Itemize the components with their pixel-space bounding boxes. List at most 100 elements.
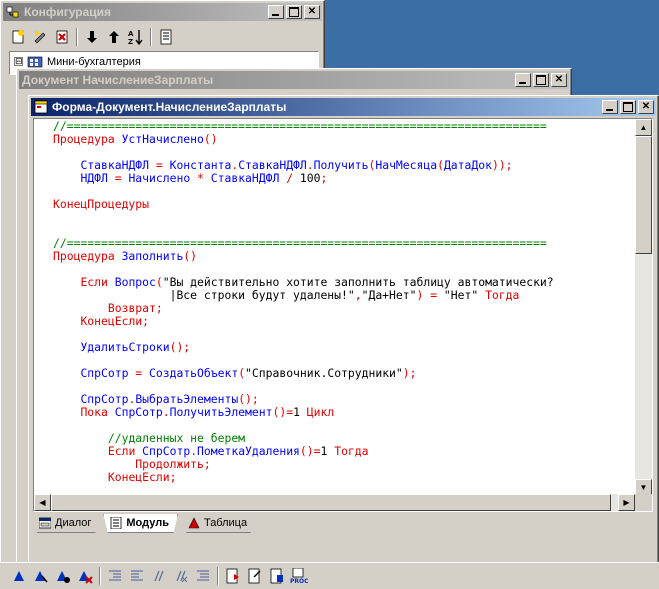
config-titlebar[interactable]: Конфигурация ✕: [3, 3, 322, 21]
description-icon[interactable]: [155, 26, 177, 48]
code-line[interactable]: УдалитьСтроки();: [53, 341, 634, 354]
form-titlebar[interactable]: Форма-Документ.НачислениеЗарплаты ✕: [31, 98, 656, 116]
code-line[interactable]: КонецЕсли;: [53, 471, 634, 484]
code-line[interactable]: //======================================…: [53, 237, 634, 250]
minimize-button[interactable]: [602, 100, 618, 114]
maximize-button[interactable]: [533, 73, 549, 87]
code-line[interactable]: СпрСотр = СоздатьОбъект("Справочник.Сотр…: [53, 367, 634, 380]
close-button[interactable]: ✕: [304, 5, 320, 19]
scroll-thumb-vertical[interactable]: [635, 136, 652, 254]
code-editor[interactable]: //======================================…: [33, 118, 653, 512]
dialog-tab-icon: [38, 517, 52, 529]
tree-root-item[interactable]: ⊟ Мини-бухгалтерия: [14, 55, 141, 68]
code-line[interactable]: КонецЕсли;: [53, 315, 634, 328]
code-line[interactable]: [53, 185, 634, 198]
code-token: ) =: [416, 289, 444, 302]
code-line[interactable]: Если СпрСотр.ПометкаУдаления()=1 Тогда: [53, 445, 634, 458]
code-token: Процедура: [53, 133, 122, 146]
code-line[interactable]: СпрСотр.ВыбратьЭлементы();: [53, 393, 634, 406]
minimize-button[interactable]: [515, 73, 531, 87]
code-line[interactable]: |Все строки будут удалены!","Да+Нет") = …: [53, 289, 634, 302]
module-toolbar: PROC: [0, 562, 659, 589]
code-token: УстНачислено: [121, 133, 204, 146]
code-token: ДатаДок: [443, 159, 492, 172]
code-line[interactable]: [53, 224, 634, 237]
goto-icon[interactable]: [244, 565, 266, 587]
maximize-button[interactable]: [620, 100, 636, 114]
move-down-icon[interactable]: [81, 26, 103, 48]
code-line[interactable]: Процедура Заполнить(): [53, 250, 634, 263]
code-token: =: [107, 172, 129, 185]
code-token: ();: [238, 393, 259, 406]
code-line[interactable]: Если Вопрос("Вы действительно хотите зап…: [53, 276, 634, 289]
code-line[interactable]: Процедура УстНачислено(): [53, 133, 634, 146]
delete-icon[interactable]: [51, 26, 73, 48]
vertical-scrollbar[interactable]: ▲ ▼: [635, 119, 652, 496]
move-up-icon[interactable]: [103, 26, 125, 48]
code-line[interactable]: [53, 211, 634, 224]
code-token: Получить: [313, 159, 369, 172]
scroll-right-icon[interactable]: ▶: [618, 494, 635, 511]
code-text[interactable]: //======================================…: [53, 120, 634, 510]
code-line[interactable]: Продолжить;: [53, 458, 634, 471]
toolbar-separator: [76, 28, 78, 46]
uncomment-icon[interactable]: [170, 565, 192, 587]
tab-dialog-label: Диалог: [55, 517, 92, 529]
comment-icon[interactable]: [148, 565, 170, 587]
format-icon[interactable]: [192, 565, 214, 587]
code-token: Начислено: [128, 172, 191, 185]
close-button[interactable]: ✕: [551, 73, 567, 87]
code-line[interactable]: СтавкаНДФЛ = Константа.СтавкаНДФЛ.Получи…: [53, 159, 634, 172]
doc-window-title: Документ НачислениеЗарплаты: [22, 73, 214, 87]
run-icon[interactable]: [8, 565, 30, 587]
tab-table[interactable]: Таблица: [181, 514, 256, 533]
code-line[interactable]: КонецПроцедуры: [53, 198, 634, 211]
minimize-button[interactable]: [268, 5, 284, 19]
proc-icon[interactable]: PROC: [288, 565, 310, 587]
indent-icon[interactable]: [104, 565, 126, 587]
tab-dialog[interactable]: Диалог: [33, 514, 100, 533]
horizontal-scrollbar[interactable]: ◀ ▶: [34, 494, 635, 511]
tab-module[interactable]: Модуль: [103, 514, 178, 533]
code-token: /: [279, 172, 300, 185]
maximize-button[interactable]: [286, 5, 302, 19]
close-button[interactable]: ✕: [638, 100, 654, 114]
sort-icon[interactable]: AZ: [125, 26, 147, 48]
proc-list-icon[interactable]: [222, 565, 244, 587]
code-token: СпрСотр: [80, 393, 129, 406]
code-token: ПометкаУдаления: [197, 445, 300, 458]
properties-icon[interactable]: [29, 26, 51, 48]
code-line[interactable]: НДФЛ = Начислено * СтавкаНДФЛ / 100;: [53, 172, 634, 185]
code-line[interactable]: [53, 354, 634, 367]
debug-icon[interactable]: [52, 565, 74, 587]
scroll-thumb-horizontal[interactable]: [51, 494, 611, 511]
module-icon[interactable]: [266, 565, 288, 587]
code-line[interactable]: [53, 146, 634, 159]
scroll-up-icon[interactable]: ▲: [635, 119, 652, 136]
code-token: СоздатьОбъект: [149, 367, 239, 380]
code-token: (): [183, 250, 198, 263]
code-token: СпрСотр: [80, 367, 129, 380]
outdent-icon[interactable]: [126, 565, 148, 587]
table-tab-icon: [188, 517, 200, 529]
code-line[interactable]: //======================================…: [53, 120, 634, 133]
scroll-left-icon[interactable]: ◀: [34, 494, 51, 511]
code-token: Процедура: [53, 250, 122, 263]
new-icon[interactable]: [7, 26, 29, 48]
code-line[interactable]: [53, 380, 634, 393]
code-line[interactable]: [53, 419, 634, 432]
code-line[interactable]: Возврат;: [53, 302, 634, 315]
collapse-icon[interactable]: ⊟: [14, 57, 23, 66]
toolbar-separator: [99, 567, 101, 585]
stop-icon[interactable]: [74, 565, 96, 587]
code-line[interactable]: Пока СпрСотр.ПолучитьЭлемент()=1 Цикл: [53, 406, 634, 419]
code-line[interactable]: //удаленных не берем: [53, 432, 634, 445]
syntax-check-icon[interactable]: [30, 565, 52, 587]
doc-titlebar[interactable]: Документ НачислениеЗарплаты ✕: [19, 71, 569, 89]
code-token: .: [306, 159, 314, 172]
code-line[interactable]: [53, 263, 634, 276]
code-line[interactable]: [53, 328, 634, 341]
